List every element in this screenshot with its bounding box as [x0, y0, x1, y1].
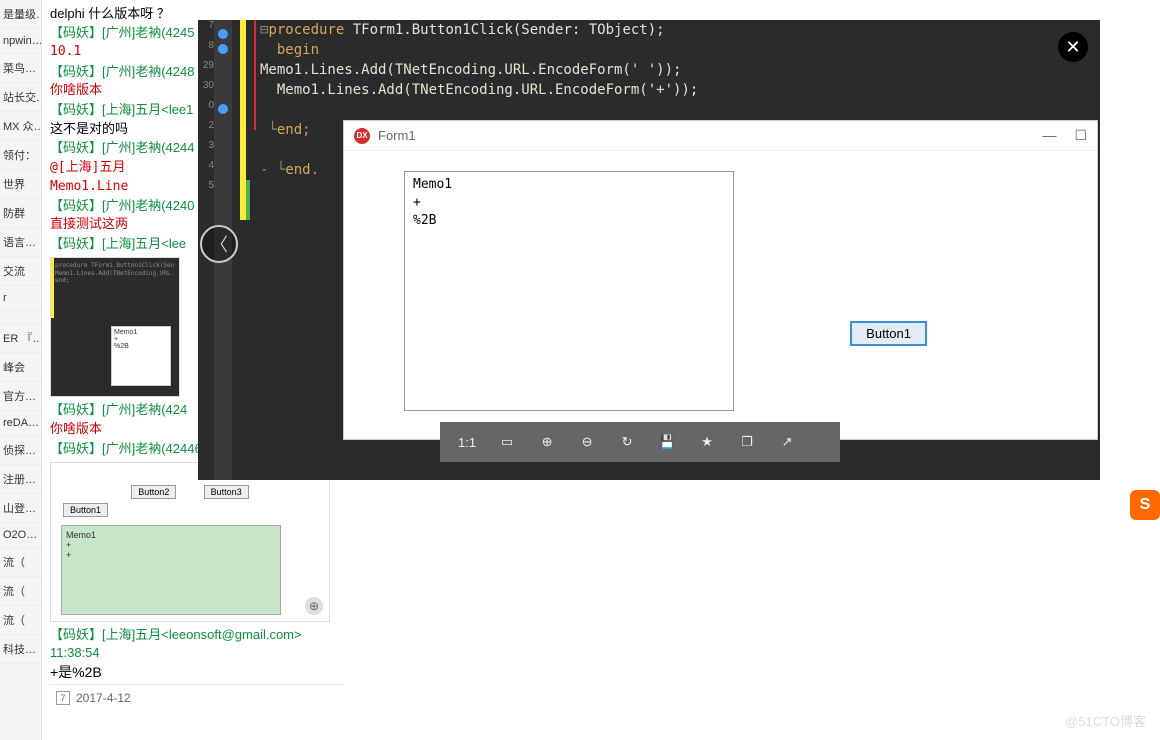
maximize-icon[interactable]: ☐	[1074, 127, 1087, 144]
watermark: @51CTO博客	[1065, 711, 1146, 730]
nav-item[interactable]: 是量级…	[0, 0, 41, 29]
date-row: 7 2017-4-12	[50, 684, 344, 711]
close-icon[interactable]: ✕	[1058, 32, 1088, 62]
change-marker	[246, 180, 250, 220]
zoom-out-icon[interactable]: ⊖	[578, 433, 596, 451]
chat-text: +是%2B	[50, 663, 344, 683]
chat-meta: 【码妖】[上海]五月<leeonsoft@gmail.com> 11:38:54	[50, 626, 344, 662]
nav-item[interactable]: 官方…	[0, 382, 41, 411]
nav-item[interactable]: 菜鸟…	[0, 54, 41, 83]
nav-item[interactable]: 防群	[0, 199, 41, 228]
nav-item[interactable]: 流（	[0, 606, 41, 635]
nav-item[interactable]: 领付：	[0, 141, 41, 170]
nav-item[interactable]: 流（	[0, 548, 41, 577]
breakpoint-icon[interactable]	[218, 29, 228, 39]
chat-image-thumbnail[interactable]: Button2 Button3 Button1 Memo1++ ⊕	[50, 462, 330, 622]
window-title: Form1	[378, 128, 416, 143]
indent-guide	[254, 20, 256, 130]
actual-size-icon[interactable]: ▭	[498, 433, 516, 451]
nav-item[interactable]: MX 众…	[0, 112, 41, 141]
left-nav: 是量级…npwin…菜鸟…站长交…MX 众…领付：世界防群语言…交流r ER 『……	[0, 0, 42, 740]
copy-icon[interactable]: ❐	[738, 433, 756, 451]
nav-item[interactable]: 科技…	[0, 635, 41, 664]
nav-item[interactable]: 山登…	[0, 494, 41, 523]
image-viewer-toolbar: 1:1 ▭ ⊕ ⊖ ↻ 💾 ★ ❐ ↗	[440, 422, 840, 462]
memo-control[interactable]: Memo1 + %2B	[404, 171, 734, 411]
nav-item[interactable]: 侦探…	[0, 436, 41, 465]
chat-image-thumbnail[interactable]: procedure TForm1.Button1Click(SenMemo1.L…	[50, 257, 180, 397]
button1[interactable]: Button1	[850, 321, 927, 346]
nav-item[interactable]: 峰会	[0, 353, 41, 382]
save-icon[interactable]: 💾	[658, 433, 676, 451]
zoom-in-icon[interactable]: ⊕	[538, 433, 556, 451]
nav-item[interactable]: 语言…	[0, 228, 41, 257]
nav-item[interactable]: O2O…	[0, 523, 41, 548]
form-window[interactable]: DX Form1 — ☐ Memo1 + %2B Button1	[343, 120, 1098, 440]
nav-item[interactable]: ER 『…	[0, 324, 41, 353]
nav-item[interactable]: reDA…	[0, 411, 41, 436]
nav-item[interactable]: 交流	[0, 257, 41, 286]
app-icon: DX	[354, 128, 370, 144]
nav-item[interactable]: 注册…	[0, 465, 41, 494]
nav-item[interactable]: 流（	[0, 577, 41, 606]
share-icon[interactable]: ↗	[778, 433, 796, 451]
minimize-icon[interactable]: —	[1042, 127, 1056, 144]
nav-item[interactable]: 世界	[0, 170, 41, 199]
zoom-ratio: 1:1	[458, 435, 476, 450]
zoom-icon[interactable]: ⊕	[305, 597, 323, 615]
breakpoint-icon[interactable]	[218, 104, 228, 114]
calendar-icon: 7	[56, 691, 70, 705]
nav-item[interactable]	[0, 311, 41, 324]
breakpoint-icon[interactable]	[218, 44, 228, 54]
nav-item[interactable]: 站长交…	[0, 83, 41, 112]
rotate-icon[interactable]: ↻	[618, 433, 636, 451]
prev-image-button[interactable]: 〈	[200, 225, 238, 263]
title-bar[interactable]: DX Form1 — ☐	[344, 121, 1097, 151]
nav-item[interactable]: r	[0, 286, 41, 311]
nav-item[interactable]: npwin…	[0, 29, 41, 54]
favorite-icon[interactable]: ★	[698, 433, 716, 451]
sogou-ime-icon[interactable]: S	[1130, 490, 1160, 520]
